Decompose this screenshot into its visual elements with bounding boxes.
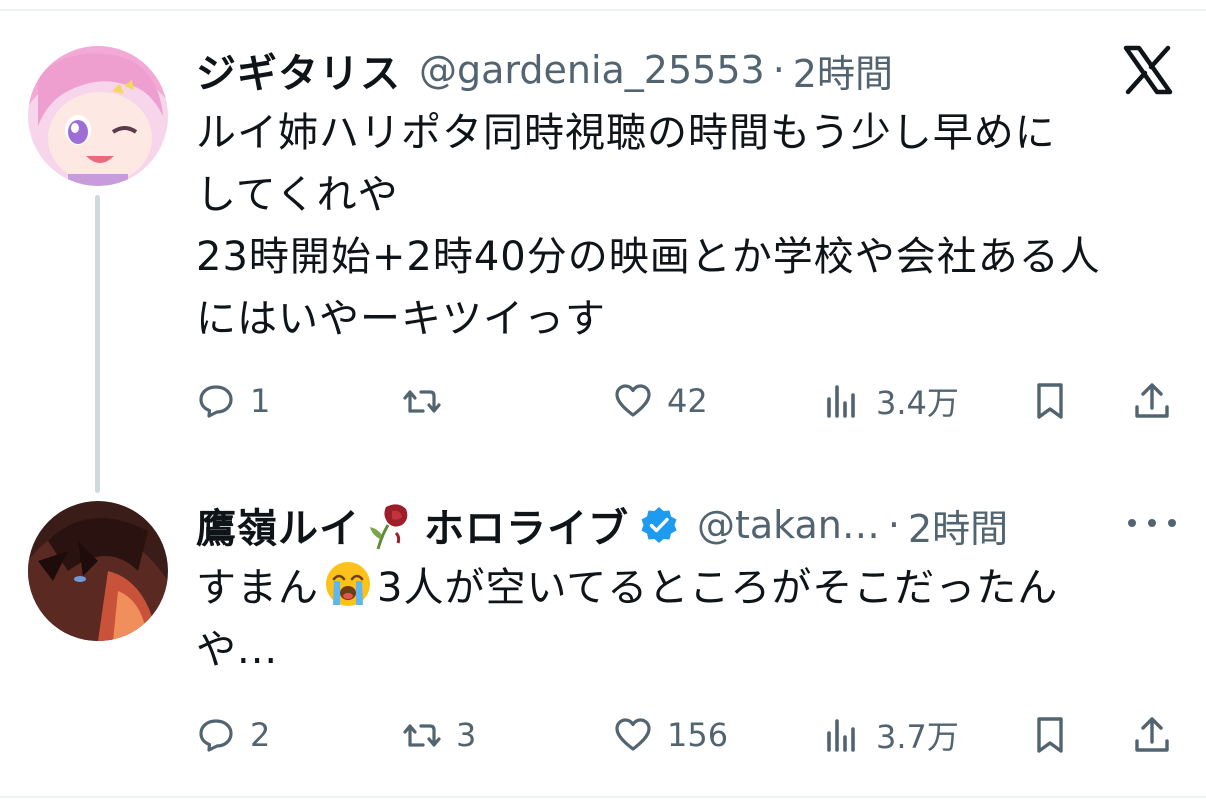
action-bar: 2 3 156 3.7万 [196, 710, 1186, 760]
wilted-rose-icon [364, 499, 416, 551]
bookmark-icon [1037, 717, 1063, 753]
tweet-header: ジギタリス @gardenia_25553 · 2時間 [196, 41, 893, 99]
retweet-button[interactable] [402, 376, 456, 426]
like-count: 156 [667, 716, 729, 754]
tweet-header: 鷹嶺ルイ ホロライブ @takan… · 2時間 [196, 496, 1008, 554]
retweet-icon [403, 390, 441, 413]
tweet-text: ルイ姉ハリポタ同時視聴の時間もう少し早めに してくれや 23時開始+2時40分の… [196, 110, 1101, 342]
loudly-crying-face-icon [323, 559, 373, 609]
reply-button[interactable]: 1 [196, 376, 270, 426]
separator-dot: · [772, 48, 785, 92]
views-button[interactable]: 3.7万 [822, 710, 959, 760]
tweet-text-start: すまん [196, 565, 319, 611]
bookmark-button[interactable] [1030, 710, 1070, 760]
bookmark-icon [1037, 383, 1063, 419]
bookmark-button[interactable] [1030, 376, 1070, 426]
analytics-icon [827, 385, 855, 418]
author-handle[interactable]: @gardenia_25553 [419, 48, 765, 92]
author-handle[interactable]: @takan… [697, 503, 880, 547]
bottom-divider [0, 796, 1206, 798]
like-count: 42 [667, 382, 708, 420]
timestamp[interactable]: 2時間 [908, 498, 1008, 553]
tweet-1[interactable]: ジギタリス @gardenia_25553 · 2時間 ルイ姉ハリポタ同時視聴の… [0, 40, 1206, 493]
like-button[interactable]: 156 [613, 710, 728, 760]
timestamp[interactable]: 2時間 [793, 43, 893, 98]
author-name[interactable]: 鷹嶺ルイ [196, 496, 360, 554]
views-button[interactable]: 3.4万 [822, 376, 959, 426]
like-button[interactable]: 42 [613, 376, 708, 426]
tweet-2[interactable]: 鷹嶺ルイ ホロライブ @takan… · 2時間 すまん 3人が空いてるところがそ… [0, 495, 1206, 785]
view-count: 3.7万 [876, 718, 959, 756]
view-count: 3.4万 [876, 384, 959, 422]
heart-icon [615, 384, 651, 417]
share-button[interactable] [1132, 710, 1172, 760]
action-bar: 1 42 3.4万 [196, 376, 1186, 426]
author-name[interactable]: ジギタリス [196, 41, 401, 99]
retweet-button[interactable]: 3 [402, 710, 476, 760]
top-divider [0, 9, 1206, 11]
reply-icon [199, 719, 233, 752]
more-options-icon[interactable] [1128, 515, 1176, 531]
verified-badge-icon [639, 505, 679, 545]
heart-icon [615, 718, 651, 751]
analytics-icon [827, 719, 855, 752]
share-icon [1135, 383, 1169, 418]
reply-icon [199, 385, 233, 418]
avatar[interactable] [28, 501, 168, 641]
reply-count: 1 [250, 382, 271, 420]
reply-button[interactable]: 2 [196, 710, 270, 760]
share-icon [1135, 717, 1169, 752]
author-name-suffix[interactable]: ホロライブ [424, 496, 629, 554]
tweet-text: すまん 3人が空いてるところがそこだったん や... [196, 557, 1186, 681]
thread-connector-line [95, 195, 100, 493]
reply-count: 2 [250, 716, 271, 754]
x-logo-icon[interactable] [1122, 44, 1174, 96]
retweet-count: 3 [456, 716, 477, 754]
share-button[interactable] [1132, 376, 1172, 426]
avatar[interactable] [28, 46, 168, 186]
retweet-icon [403, 724, 441, 747]
separator-dot: · [887, 503, 900, 547]
